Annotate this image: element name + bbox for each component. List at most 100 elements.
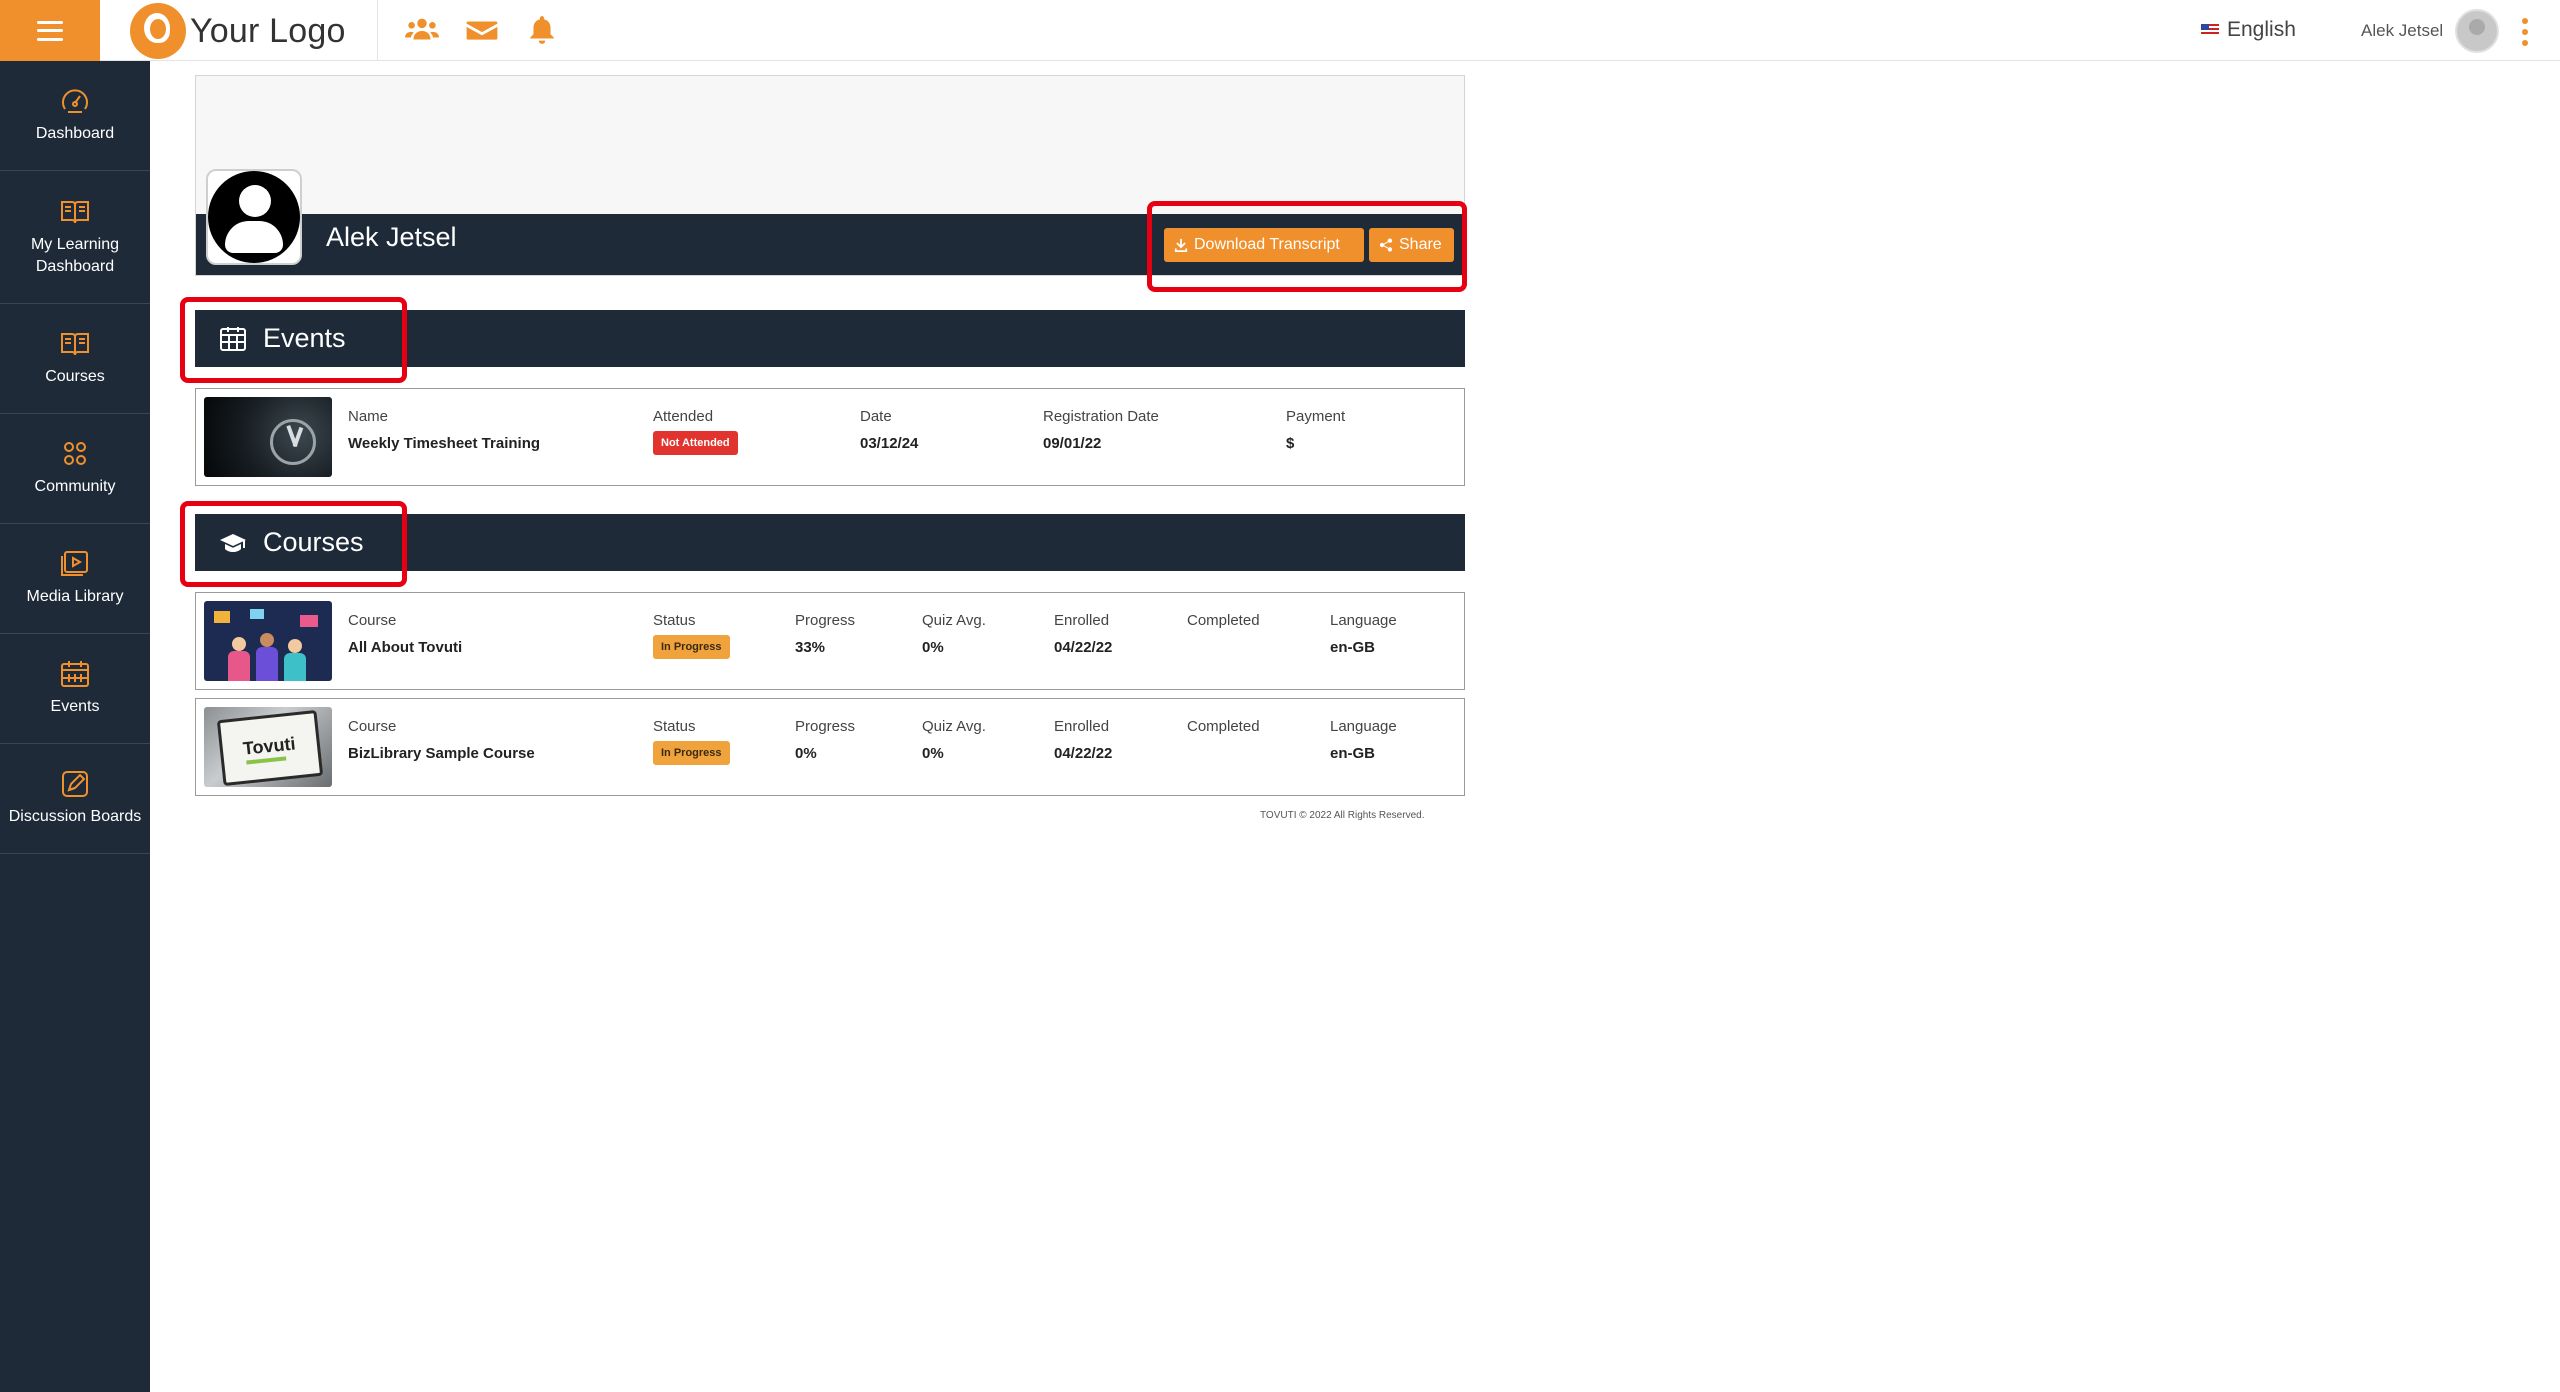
- course-enrolled-date: 04/22/22: [1054, 639, 1113, 656]
- sidebar-item-media-library[interactable]: Media Library: [0, 524, 150, 634]
- thumbnail-logo-text: Tovuti: [241, 733, 297, 759]
- profile-avatar: [206, 169, 302, 265]
- course-progress: 0%: [795, 745, 817, 762]
- community-icon: [64, 442, 86, 466]
- attended-badge: Not Attended: [653, 431, 738, 455]
- course-progress-col: Progress 33%: [795, 612, 855, 656]
- course-enrolled-col: Enrolled 04/22/22: [1054, 612, 1112, 656]
- highlight-box-actions: [1147, 201, 1467, 292]
- course-enrolled-date: 04/22/22: [1054, 745, 1113, 762]
- top-icons: [405, 14, 559, 51]
- column-label: Language: [1330, 612, 1397, 629]
- logo-mark-icon: [130, 3, 186, 59]
- column-label: Course: [348, 718, 397, 735]
- event-payment-col: Payment $: [1286, 408, 1345, 452]
- language-label: English: [2227, 18, 2296, 41]
- course-quiz-col: Quiz Avg. 0%: [922, 612, 986, 656]
- event-payment: $: [1286, 435, 1295, 452]
- course-completed-col: Completed: [1187, 718, 1260, 745]
- logo-text: Your Logo: [190, 11, 346, 50]
- course-language: en-GB: [1330, 745, 1375, 762]
- event-thumbnail: [204, 397, 332, 477]
- course-name: All About Tovuti: [348, 639, 463, 656]
- media-library-icon: [61, 551, 88, 577]
- column-label: Completed: [1187, 718, 1260, 735]
- top-divider: [377, 0, 378, 61]
- top-bar: Your Logo English Alek Jetsel: [0, 0, 2560, 61]
- header-user-name[interactable]: Alek Jetsel: [2361, 21, 2443, 41]
- sidebar-item-label: Dashboard: [35, 125, 115, 143]
- bell-icon[interactable]: [525, 14, 559, 51]
- us-flag-icon: [2201, 24, 2219, 36]
- status-badge: In Progress: [653, 635, 730, 659]
- edit-pen-icon: [62, 771, 88, 798]
- course-enrolled-col: Enrolled 04/22/22: [1054, 718, 1112, 762]
- course-progress-col: Progress 0%: [795, 718, 855, 762]
- footer-copyright: TOVUTI © 2022 All Rights Reserved.: [1260, 810, 1425, 821]
- open-book-icon: [61, 200, 89, 223]
- course-language-col: Language en-GB: [1330, 718, 1397, 762]
- column-label: Quiz Avg.: [922, 718, 986, 735]
- column-label: Language: [1330, 718, 1397, 735]
- sidebar-item-events[interactable]: Events: [0, 634, 150, 744]
- event-name: Weekly Timesheet Training: [348, 435, 541, 452]
- sidebar-item-dashboard[interactable]: Dashboard: [0, 61, 150, 171]
- column-label: Completed: [1187, 612, 1260, 629]
- course-name: BizLibrary Sample Course: [348, 745, 535, 762]
- column-label: Enrolled: [1054, 718, 1110, 735]
- language-selector[interactable]: English: [2201, 18, 2296, 42]
- column-label: Name: [348, 408, 389, 425]
- sidebar-item-my-learning-dashboard[interactable]: My Learning Dashboard: [0, 171, 150, 304]
- profile-name: Alek Jetsel: [326, 222, 457, 252]
- column-label: Enrolled: [1054, 612, 1110, 629]
- users-icon[interactable]: [405, 14, 439, 51]
- event-attended-col: Attended Not Attended: [653, 408, 738, 455]
- logo[interactable]: Your Logo: [130, 3, 346, 59]
- menu-toggle-button[interactable]: [0, 0, 100, 61]
- book-icon: [61, 333, 89, 356]
- column-label: Progress: [795, 718, 856, 735]
- course-status-col: Status In Progress: [653, 718, 730, 765]
- sidebar-item-discussion-boards[interactable]: Discussion Boards: [0, 744, 150, 854]
- course-thumbnail: Tovuti: [204, 707, 332, 787]
- course-language: en-GB: [1330, 639, 1375, 656]
- course-progress: 33%: [795, 639, 826, 656]
- sidebar: Dashboard My Learning Dashboard Courses …: [0, 61, 150, 1392]
- sidebar-item-courses[interactable]: Courses: [0, 304, 150, 414]
- course-quiz-col: Quiz Avg. 0%: [922, 718, 986, 762]
- event-registration-date: 09/01/22: [1043, 435, 1102, 452]
- course-status-col: Status In Progress: [653, 612, 730, 659]
- course-thumbnail: [204, 601, 332, 681]
- course-name-col: Course All About Tovuti: [348, 612, 462, 656]
- status-badge: In Progress: [653, 741, 730, 765]
- column-label: Course: [348, 612, 397, 629]
- column-label: Registration Date: [1043, 408, 1159, 425]
- event-registration-col: Registration Date 09/01/22: [1043, 408, 1159, 452]
- course-row[interactable]: Course All About Tovuti Status In Progre…: [195, 592, 1465, 690]
- sidebar-item-label: Discussion Boards: [8, 808, 142, 826]
- column-label: Status: [653, 612, 696, 629]
- sidebar-item-label: My Learning Dashboard: [30, 235, 120, 275]
- mail-icon[interactable]: [465, 14, 499, 51]
- event-name-col: Name Weekly Timesheet Training: [348, 408, 540, 452]
- course-quiz-avg: 0%: [922, 639, 944, 656]
- sidebar-item-community[interactable]: Community: [0, 414, 150, 524]
- course-row[interactable]: Tovuti Course BizLibrary Sample Course S…: [195, 698, 1465, 796]
- course-completed-col: Completed: [1187, 612, 1260, 639]
- event-date: 03/12/24: [860, 435, 919, 452]
- course-name-col: Course BizLibrary Sample Course: [348, 718, 535, 762]
- sidebar-item-label: Events: [50, 698, 100, 716]
- kebab-menu-icon[interactable]: [2522, 18, 2528, 46]
- highlight-box-courses: [180, 501, 407, 587]
- highlight-box-events: [180, 297, 407, 383]
- gauge-icon: [62, 89, 88, 114]
- column-label: Payment: [1286, 408, 1346, 425]
- event-row[interactable]: Name Weekly Timesheet Training Attended …: [195, 388, 1465, 486]
- event-date-col: Date 03/12/24: [860, 408, 918, 452]
- column-label: Progress: [795, 612, 856, 629]
- column-label: Status: [653, 718, 696, 735]
- column-label: Attended: [653, 408, 714, 425]
- calendar-icon: [61, 661, 89, 688]
- header-avatar[interactable]: [2455, 9, 2499, 53]
- sidebar-item-label: Courses: [45, 368, 105, 386]
